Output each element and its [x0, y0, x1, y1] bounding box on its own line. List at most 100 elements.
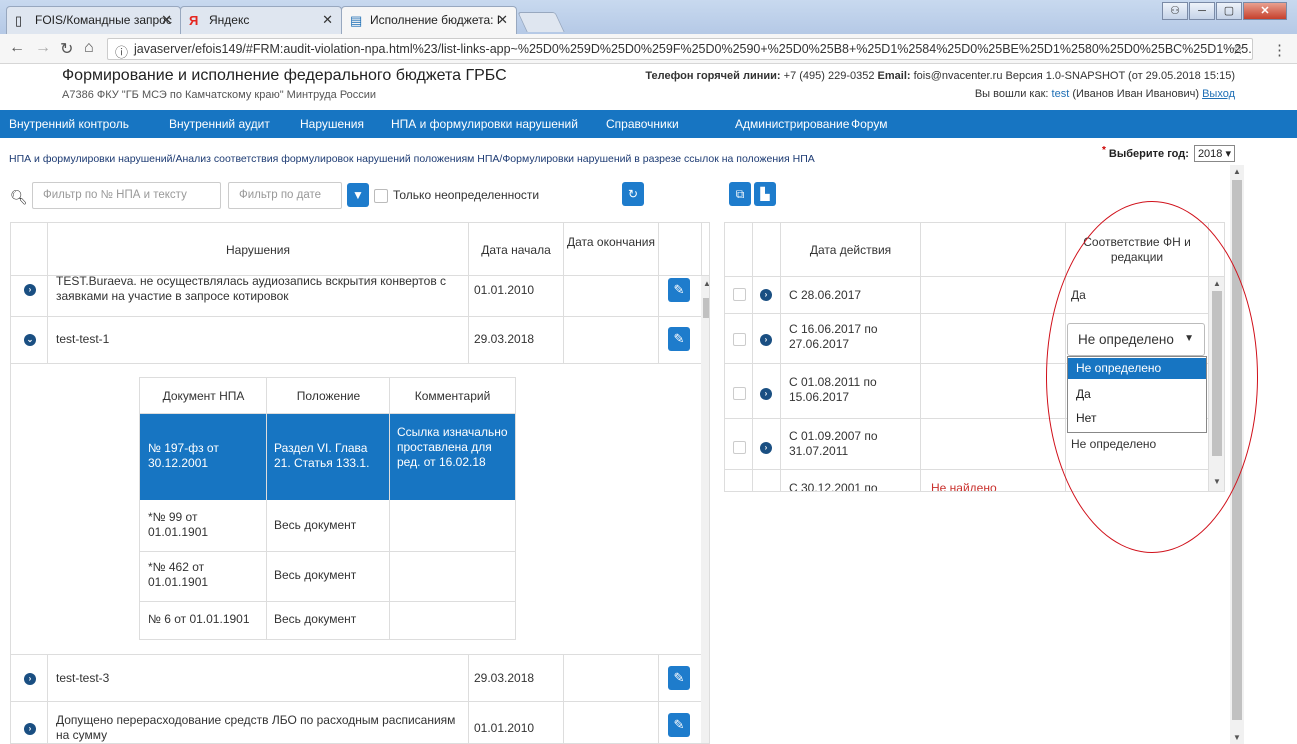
only-undefined-checkbox[interactable] — [374, 189, 388, 203]
expand-row-icon[interactable]: › — [24, 723, 36, 735]
year-select[interactable]: 2018 ▾ — [1193, 145, 1235, 162]
required-mark: * — [1101, 145, 1106, 156]
hotline-label: Телефон горячей линии: — [645, 70, 781, 82]
action-date: С 28.06.2017 — [789, 288, 862, 302]
window-controls: ⚇ ─ ▢ ✕ — [1161, 2, 1287, 22]
violation-text: TEST.Buraeva. не осуществлялась аудиозап… — [56, 274, 447, 303]
nav-internal-audit[interactable]: Внутренний аудит — [169, 117, 270, 131]
close-window-icon[interactable]: ✕ — [1243, 2, 1287, 20]
email-value: fois@nvacenter.ru — [913, 70, 1003, 82]
forward-icon[interactable]: → — [35, 39, 51, 57]
close-tab-icon[interactable]: ✕ — [322, 12, 333, 28]
back-icon[interactable]: ← — [9, 39, 25, 57]
expand-row-icon[interactable]: › — [24, 284, 36, 296]
copy-button[interactable]: ⧉ — [729, 182, 751, 206]
tab-label: Исполнение бюджета: I — [370, 13, 501, 27]
scroll-up-icon[interactable]: ▲ — [703, 279, 709, 288]
collapse-row-icon[interactable]: ⌄ — [24, 334, 36, 346]
violations-table: Нарушения Дата начала Дата окончания › T… — [10, 222, 710, 744]
scroll-up-icon[interactable]: ▲ — [1233, 167, 1241, 176]
edit-button[interactable]: ✎ — [668, 327, 690, 351]
app-title: Формирование и исполнение федерального б… — [62, 67, 507, 84]
browser-tab-yandex[interactable]: Я Яндекс ✕ — [180, 6, 342, 34]
header-position: Положение — [296, 389, 361, 403]
row-checkbox[interactable] — [733, 288, 746, 301]
filter-button[interactable]: ▼ — [347, 183, 369, 207]
nav-references[interactable]: Справочники — [606, 117, 679, 131]
start-date: 01.01.2010 — [474, 721, 535, 735]
minimize-icon[interactable]: ─ — [1189, 2, 1215, 20]
browser-tab-bar: ▯ FOIS/Командные запрос ✕ Я Яндекс ✕ ▤ И… — [0, 0, 1297, 34]
nav-npa[interactable]: НПА и формулировки нарушений — [391, 117, 578, 131]
header-end-date: Дата окончания — [566, 235, 656, 249]
date-filter-placeholder: Фильтр по дате — [239, 189, 322, 201]
npa-links-table: Документ НПА Положение Комментарий № 197… — [139, 377, 516, 640]
nav-forum[interactable]: Форум — [851, 117, 887, 131]
table-scrollbar[interactable] — [701, 276, 709, 743]
edit-button[interactable]: ✎ — [668, 713, 690, 737]
expand-row-icon[interactable]: › — [760, 442, 772, 454]
edit-icon: ✎ — [673, 331, 685, 346]
edit-icon: ✎ — [673, 282, 685, 297]
tab-label: FOIS/Командные запрос — [35, 13, 172, 27]
login-info: Вы вошли как: test (Иванов Иван Иванович… — [975, 88, 1235, 100]
action-date: С 01.08.2011 по 15.06.2017 — [789, 375, 877, 404]
tab-label: Яндекс — [209, 13, 250, 27]
url-input[interactable]: ⓘ javaserver/efois149/#FRM:audit-violati… — [107, 38, 1253, 60]
close-tab-icon[interactable]: ✕ — [161, 12, 172, 28]
npa-filter-input[interactable]: Фильтр по № НПА и тексту — [32, 182, 221, 209]
paste-icon: ▙ — [760, 187, 770, 201]
org-name: А7386 ФКУ "ГБ МСЭ по Камчатскому краю" М… — [62, 89, 377, 101]
violation-text: Допущено перерасходование средств ЛБО по… — [56, 713, 456, 742]
main-nav: Внутренний контроль Внутренний аудит Нар… — [0, 110, 1297, 138]
npa-doc: *№ 462 от 01.01.1901 — [148, 560, 209, 589]
search-icon: 🔍︎ — [10, 189, 28, 205]
scroll-down-icon[interactable]: ▼ — [1233, 733, 1241, 742]
header-action-date: Дата действия — [809, 243, 892, 257]
bookmark-star-icon[interactable]: ☆ — [1231, 41, 1244, 58]
header-npa-doc: Документ НПА — [162, 389, 245, 403]
new-tab-button[interactable] — [517, 12, 565, 32]
expand-row-icon[interactable]: › — [24, 673, 36, 685]
edit-button[interactable]: ✎ — [668, 666, 690, 690]
maximize-icon[interactable]: ▢ — [1216, 2, 1242, 20]
header-violations: Нарушения — [225, 243, 290, 257]
logout-link[interactable]: Выход — [1202, 88, 1235, 100]
row-checkbox[interactable] — [733, 333, 746, 346]
refresh-button[interactable]: ↻ — [622, 182, 644, 206]
header-start-date: Дата начала — [481, 243, 551, 257]
table-scroll-thumb[interactable] — [703, 298, 709, 318]
npa-doc: № 197-фз от 30.12.2001 — [148, 441, 219, 470]
browser-tab-fois[interactable]: ▯ FOIS/Командные запрос ✕ — [6, 6, 181, 34]
reload-icon[interactable]: ↻ — [60, 39, 73, 59]
refresh-icon: ↻ — [627, 187, 639, 201]
url-text: javaserver/efois149/#FRM:audit-violation… — [134, 42, 1253, 56]
action-date: С 16.06.2017 по 27.06.2017 — [789, 322, 878, 351]
npa-comment: Ссылка изначально проставлена для ред. о… — [397, 425, 508, 469]
header-comment: Комментарий — [414, 389, 491, 403]
edit-button[interactable]: ✎ — [668, 278, 690, 302]
start-date: 29.03.2018 — [474, 671, 535, 685]
close-tab-icon[interactable]: ✕ — [497, 12, 508, 28]
expand-row-icon[interactable]: › — [760, 289, 772, 301]
email-label: Email: — [877, 70, 911, 82]
nav-violations[interactable]: Нарушения — [300, 117, 364, 131]
nav-internal-control[interactable]: Внутренний контроль — [9, 117, 129, 131]
paste-button[interactable]: ▙ — [754, 182, 776, 206]
login-text: Вы вошли как: — [974, 88, 1049, 100]
browser-tab-budget[interactable]: ▤ Исполнение бюджета: I ✕ — [341, 6, 517, 34]
expand-row-icon[interactable]: › — [760, 334, 772, 346]
home-icon[interactable]: ⌂ — [84, 39, 94, 57]
row-checkbox[interactable] — [733, 387, 746, 400]
expand-row-icon[interactable]: › — [760, 388, 772, 400]
edit-icon: ✎ — [673, 717, 685, 732]
only-undefined-label: Только неопределенности — [393, 188, 540, 202]
browser-menu-icon[interactable]: ⋮ — [1272, 41, 1287, 59]
npa-position: Весь документ — [274, 518, 357, 532]
npa-filter-placeholder: Фильтр по № НПА и тексту — [43, 189, 187, 201]
user-icon[interactable]: ⚇ — [1162, 2, 1188, 20]
nav-administration[interactable]: Администрирование — [735, 117, 849, 131]
date-filter-input[interactable]: Фильтр по дате — [228, 182, 342, 209]
row-checkbox[interactable] — [733, 441, 746, 454]
npa-position: Весь документ — [274, 568, 357, 582]
